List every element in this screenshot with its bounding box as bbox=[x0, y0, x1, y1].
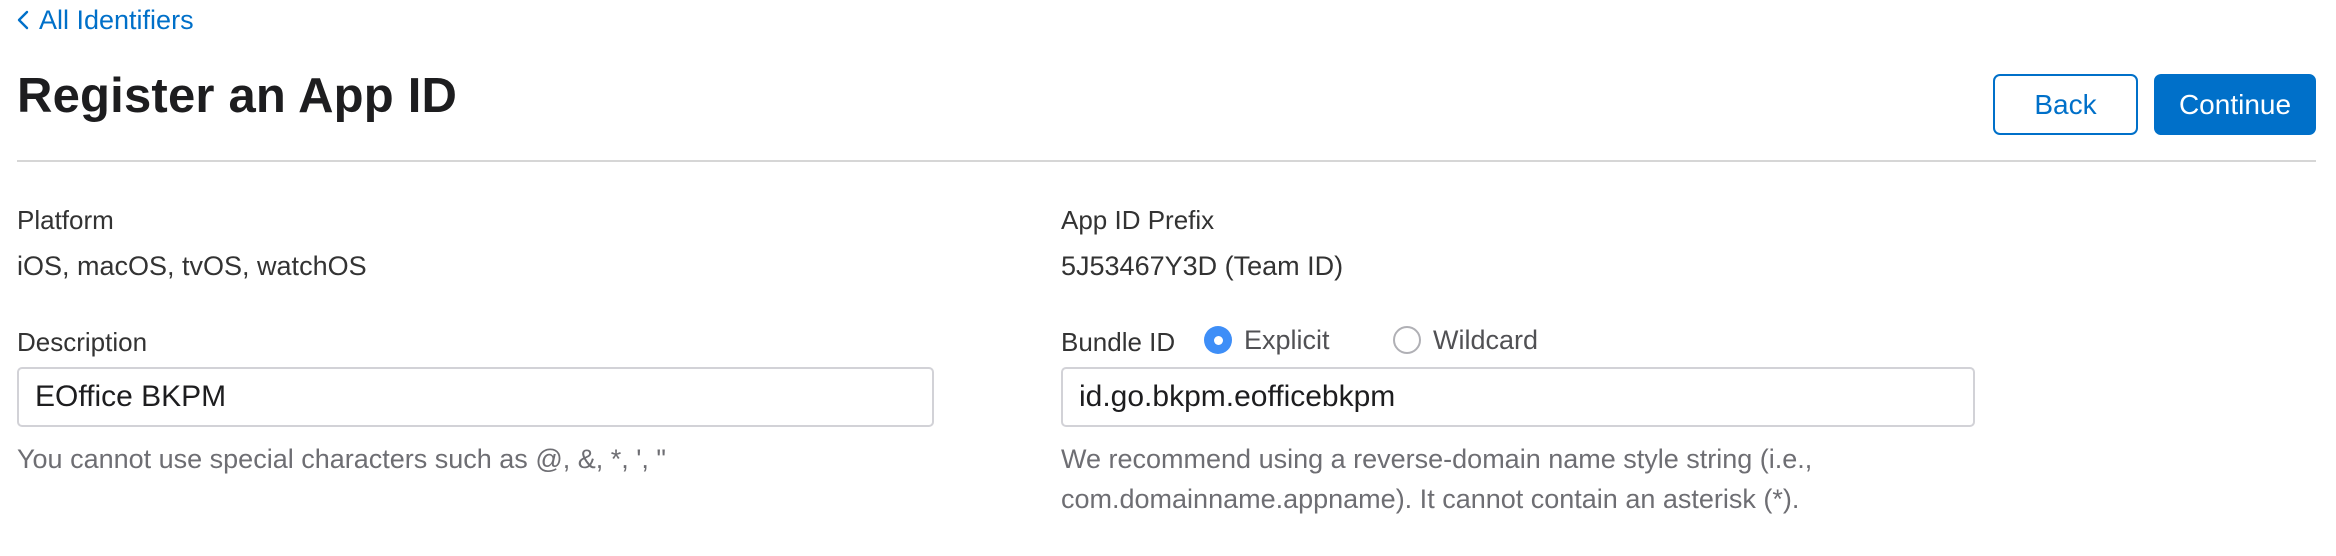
all-identifiers-link[interactable]: All Identifiers bbox=[17, 2, 194, 38]
platform-label: Platform bbox=[17, 205, 114, 235]
bundle-explicit-label: Explicit bbox=[1244, 325, 1330, 355]
bundle-id-label: Bundle ID bbox=[1061, 327, 1176, 357]
radio-unselected-icon bbox=[1393, 326, 1421, 354]
bundle-explicit-radio[interactable]: Explicit bbox=[1204, 323, 1330, 357]
register-app-id-page: All Identifiers Register an App ID Back … bbox=[0, 0, 2336, 556]
bundle-id-hint-line-1: We recommend using a reverse-domain name… bbox=[1061, 444, 1813, 474]
continue-button[interactable]: Continue bbox=[2154, 74, 2316, 135]
platform-value: iOS, macOS, tvOS, watchOS bbox=[17, 251, 367, 281]
description-label: Description bbox=[17, 327, 148, 357]
header-divider bbox=[17, 160, 2316, 162]
bundle-id-hint-line-2: com.domainname.appname). It cannot conta… bbox=[1061, 484, 1800, 514]
description-hint: You cannot use special characters such a… bbox=[17, 444, 666, 474]
all-identifiers-link-label: All Identifiers bbox=[39, 5, 194, 35]
bundle-wildcard-radio[interactable]: Wildcard bbox=[1393, 323, 1538, 357]
radio-selected-icon bbox=[1204, 326, 1232, 354]
app-id-prefix-value: 5J53467Y3D (Team ID) bbox=[1061, 251, 1344, 281]
chevron-left-icon bbox=[17, 10, 29, 30]
back-button[interactable]: Back bbox=[1993, 74, 2138, 135]
page-title: Register an App ID bbox=[17, 69, 458, 123]
bundle-wildcard-label: Wildcard bbox=[1433, 325, 1539, 355]
description-input[interactable] bbox=[17, 367, 934, 427]
bundle-id-input[interactable] bbox=[1061, 367, 1975, 427]
app-id-prefix-label: App ID Prefix bbox=[1061, 205, 1215, 235]
